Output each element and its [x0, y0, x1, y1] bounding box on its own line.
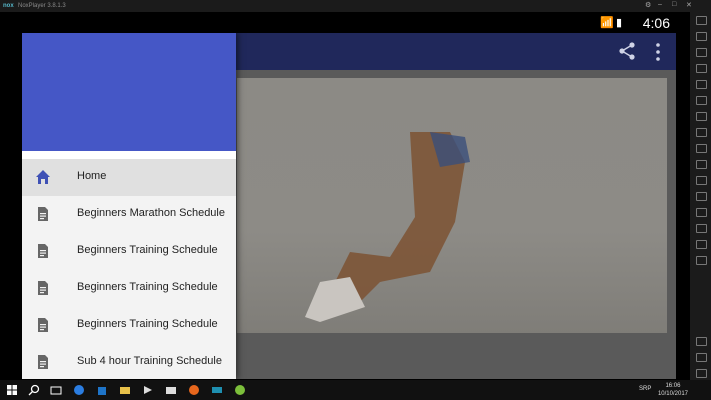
- status-bar: 📶▮ 4:06: [22, 12, 676, 33]
- navigation-drawer: Home Beginners Marathon Schedule Beginne…: [22, 33, 236, 379]
- windows-taskbar: SRP 16:06 10/10/2017: [0, 380, 711, 400]
- drawer-item-sub4-hour[interactable]: Sub 4 hour Training Schedule: [22, 344, 236, 379]
- toolbar-button-icon[interactable]: [696, 16, 707, 25]
- document-icon: [38, 355, 48, 369]
- close-icon[interactable]: ✕: [686, 1, 692, 9]
- nox-player-icon[interactable]: [211, 384, 223, 396]
- toolbar-button-icon[interactable]: [696, 80, 707, 89]
- document-icon: [38, 318, 48, 332]
- toolbar-button-icon[interactable]: [696, 112, 707, 121]
- share-icon[interactable]: [618, 42, 636, 60]
- drawer-item-beginners-training-3[interactable]: Beginners Training Schedule: [22, 307, 236, 344]
- settings-icon[interactable]: ⚙: [645, 1, 651, 9]
- drawer-item-label: Beginners Training Schedule: [77, 281, 218, 293]
- windows-start-icon[interactable]: [6, 384, 18, 396]
- toolbar-button-icon[interactable]: [696, 48, 707, 57]
- firefox-icon[interactable]: [188, 384, 200, 396]
- wifi-icon: 📶: [600, 17, 616, 29]
- document-icon: [38, 281, 48, 295]
- taskbar-clock[interactable]: 16:06 10/10/2017: [658, 382, 688, 398]
- toolbar-button-icon[interactable]: [696, 128, 707, 137]
- toolbar-button-icon[interactable]: [696, 64, 707, 73]
- mail-icon[interactable]: [165, 384, 177, 396]
- file-explorer-icon[interactable]: [119, 384, 131, 396]
- home-button-icon[interactable]: [696, 353, 707, 362]
- app-icon[interactable]: [234, 384, 246, 396]
- runner-image: [305, 132, 470, 322]
- emulator-title: NoxPlayer 3.8.1.3: [18, 3, 66, 9]
- search-icon[interactable]: [28, 384, 40, 396]
- home-icon: [36, 170, 50, 184]
- toolbar-button-icon[interactable]: [696, 208, 707, 217]
- document-icon: [38, 244, 48, 258]
- media-app-icon[interactable]: [142, 384, 154, 396]
- toolbar-button-icon[interactable]: [696, 176, 707, 185]
- drawer-item-beginners-training-2[interactable]: Beginners Training Schedule: [22, 270, 236, 307]
- minimize-icon[interactable]: –: [658, 1, 662, 8]
- drawer-item-label: Beginners Training Schedule: [77, 318, 218, 330]
- drawer-item-beginners-marathon[interactable]: Beginners Marathon Schedule: [22, 196, 236, 233]
- drawer-item-label: Beginners Training Schedule: [77, 244, 218, 256]
- document-icon: [38, 207, 48, 221]
- taskbar-time: 16:06: [665, 383, 681, 389]
- phone-screen: 📶▮ 4:06 Home Beginners Marathon Schedule…: [22, 12, 676, 379]
- toolbar-button-icon[interactable]: [696, 144, 707, 153]
- drawer-item-home[interactable]: Home: [22, 159, 236, 196]
- toolbar-button-icon[interactable]: [696, 96, 707, 105]
- drawer-item-label: Beginners Marathon Schedule: [77, 207, 225, 219]
- toolbar-button-icon[interactable]: [696, 256, 707, 265]
- restore-icon[interactable]: □: [672, 1, 676, 8]
- drawer-divider: [22, 151, 236, 159]
- toolbar-button-icon[interactable]: [696, 192, 707, 201]
- recent-apps-icon[interactable]: [696, 369, 707, 378]
- status-icons: 📶▮: [600, 16, 624, 29]
- status-time: 4:06: [642, 15, 670, 31]
- toolbar-button-icon[interactable]: [696, 240, 707, 249]
- drawer-item-beginners-training-1[interactable]: Beginners Training Schedule: [22, 233, 236, 270]
- emulator-title-bar: nox NoxPlayer 3.8.1.3 ⚙ – □ ✕: [0, 0, 711, 12]
- emulator-brand: nox: [3, 3, 14, 9]
- store-icon[interactable]: [96, 384, 108, 396]
- toolbar-button-icon[interactable]: [696, 224, 707, 233]
- emulator-toolbar: [690, 12, 711, 380]
- taskbar-date: 10/10/2017: [657, 391, 688, 397]
- back-icon[interactable]: [696, 337, 707, 346]
- edge-icon[interactable]: [73, 384, 85, 396]
- language-indicator[interactable]: SRP: [639, 386, 651, 392]
- toolbar-button-icon[interactable]: [696, 32, 707, 41]
- drawer-item-label: Home: [77, 170, 107, 182]
- drawer-header: [22, 33, 236, 151]
- more-vert-icon[interactable]: [654, 42, 662, 62]
- task-view-icon[interactable]: [50, 384, 62, 396]
- toolbar-button-icon[interactable]: [696, 160, 707, 169]
- drawer-item-label: Sub 4 hour Training Schedule: [77, 355, 222, 367]
- battery-icon: ▮: [615, 17, 624, 29]
